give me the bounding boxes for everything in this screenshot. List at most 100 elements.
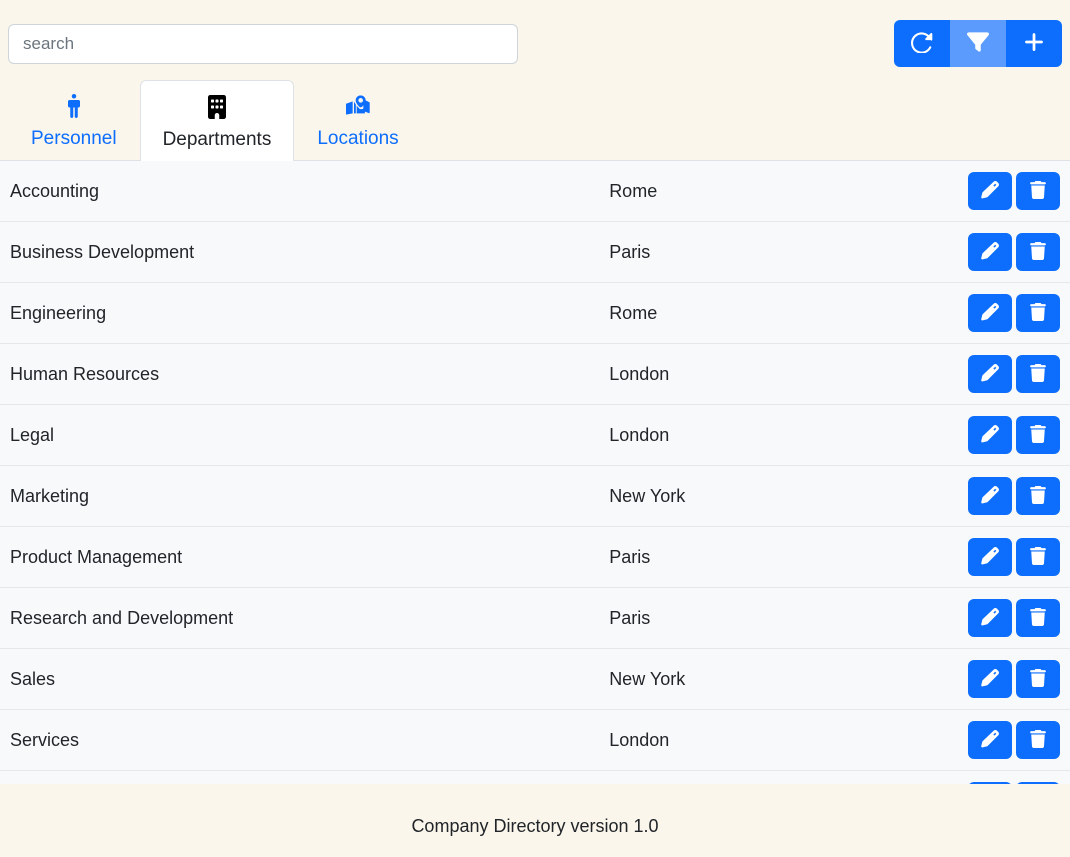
pencil-icon bbox=[981, 730, 999, 751]
pencil-icon bbox=[981, 608, 999, 629]
trash-icon bbox=[1029, 669, 1047, 690]
edit-button[interactable] bbox=[968, 721, 1012, 759]
department-name: Engineering bbox=[0, 283, 599, 344]
delete-button[interactable] bbox=[1016, 294, 1060, 332]
table-row: EngineeringRome bbox=[0, 283, 1070, 344]
pencil-icon bbox=[981, 669, 999, 690]
trash-icon bbox=[1029, 242, 1047, 263]
department-name: Research and Development bbox=[0, 588, 599, 649]
pencil-icon bbox=[981, 547, 999, 568]
row-actions bbox=[812, 283, 1070, 344]
delete-button[interactable] bbox=[1016, 355, 1060, 393]
department-location: Paris bbox=[599, 222, 812, 283]
department-location: London bbox=[599, 344, 812, 405]
pencil-icon bbox=[981, 181, 999, 202]
row-actions bbox=[812, 588, 1070, 649]
table-row: SalesNew York bbox=[0, 649, 1070, 710]
delete-button[interactable] bbox=[1016, 599, 1060, 637]
table-row: Product ManagementParis bbox=[0, 527, 1070, 588]
edit-button[interactable] bbox=[968, 599, 1012, 637]
delete-button[interactable] bbox=[1016, 172, 1060, 210]
department-name: Business Development bbox=[0, 222, 599, 283]
add-button[interactable] bbox=[1006, 20, 1062, 67]
trash-icon bbox=[1029, 181, 1047, 202]
row-actions bbox=[812, 649, 1070, 710]
table-row: Research and DevelopmentParis bbox=[0, 588, 1070, 649]
row-actions bbox=[812, 161, 1070, 222]
department-name: Human Resources bbox=[0, 344, 599, 405]
table-row: AccountingRome bbox=[0, 161, 1070, 222]
tab-personnel[interactable]: Personnel bbox=[8, 79, 140, 160]
building-icon bbox=[205, 95, 229, 125]
table-row: Human ResourcesLondon bbox=[0, 344, 1070, 405]
delete-button[interactable] bbox=[1016, 538, 1060, 576]
edit-button[interactable] bbox=[968, 538, 1012, 576]
department-location: Rome bbox=[599, 283, 812, 344]
table-row: LegalLondon bbox=[0, 405, 1070, 466]
trash-icon bbox=[1029, 608, 1047, 629]
department-location: Rome bbox=[599, 161, 812, 222]
toolbar-button-group bbox=[894, 20, 1062, 67]
delete-button[interactable] bbox=[1016, 233, 1060, 271]
row-actions bbox=[812, 771, 1070, 785]
table-row: SupportMunich bbox=[0, 771, 1070, 785]
edit-button[interactable] bbox=[968, 416, 1012, 454]
edit-button[interactable] bbox=[968, 233, 1012, 271]
map-pin-icon bbox=[346, 94, 370, 124]
delete-button[interactable] bbox=[1016, 477, 1060, 515]
department-location: London bbox=[599, 710, 812, 771]
trash-icon bbox=[1029, 547, 1047, 568]
trash-icon bbox=[1029, 303, 1047, 324]
trash-icon bbox=[1029, 730, 1047, 751]
edit-button[interactable] bbox=[968, 782, 1012, 784]
row-actions bbox=[812, 466, 1070, 527]
department-name: Product Management bbox=[0, 527, 599, 588]
row-actions bbox=[812, 344, 1070, 405]
department-location: New York bbox=[599, 649, 812, 710]
person-icon bbox=[62, 94, 86, 124]
row-actions bbox=[812, 527, 1070, 588]
tab-personnel-label: Personnel bbox=[31, 128, 117, 150]
footer: Company Directory version 1.0 bbox=[0, 796, 1070, 857]
edit-button[interactable] bbox=[968, 294, 1012, 332]
department-location: New York bbox=[599, 466, 812, 527]
filter-icon bbox=[967, 31, 989, 56]
delete-button[interactable] bbox=[1016, 660, 1060, 698]
table-row: MarketingNew York bbox=[0, 466, 1070, 527]
tab-locations-label: Locations bbox=[317, 128, 398, 150]
tab-bar: Personnel Departments Locations bbox=[0, 79, 1070, 161]
edit-button[interactable] bbox=[968, 355, 1012, 393]
refresh-button[interactable] bbox=[894, 20, 950, 67]
edit-button[interactable] bbox=[968, 172, 1012, 210]
filter-button[interactable] bbox=[950, 20, 1006, 67]
row-actions bbox=[812, 710, 1070, 771]
table-row: ServicesLondon bbox=[0, 710, 1070, 771]
pencil-icon bbox=[981, 364, 999, 385]
delete-button[interactable] bbox=[1016, 782, 1060, 784]
department-location: Paris bbox=[599, 527, 812, 588]
department-name: Services bbox=[0, 710, 599, 771]
department-location: Munich bbox=[599, 771, 812, 785]
footer-text: Company Directory version 1.0 bbox=[411, 816, 658, 837]
trash-icon bbox=[1029, 425, 1047, 446]
edit-button[interactable] bbox=[968, 660, 1012, 698]
tab-departments[interactable]: Departments bbox=[140, 80, 295, 161]
trash-icon bbox=[1029, 364, 1047, 385]
pencil-icon bbox=[981, 486, 999, 507]
department-location: Paris bbox=[599, 588, 812, 649]
search-input[interactable] bbox=[8, 24, 518, 64]
row-actions bbox=[812, 405, 1070, 466]
tab-locations[interactable]: Locations bbox=[294, 79, 421, 160]
plus-icon bbox=[1023, 31, 1045, 56]
department-list[interactable]: AccountingRomeBusiness DevelopmentParisE… bbox=[0, 161, 1070, 784]
delete-button[interactable] bbox=[1016, 721, 1060, 759]
pencil-icon bbox=[981, 303, 999, 324]
pencil-icon bbox=[981, 425, 999, 446]
department-location: London bbox=[599, 405, 812, 466]
trash-icon bbox=[1029, 486, 1047, 507]
department-name: Marketing bbox=[0, 466, 599, 527]
delete-button[interactable] bbox=[1016, 416, 1060, 454]
edit-button[interactable] bbox=[968, 477, 1012, 515]
table-row: Business DevelopmentParis bbox=[0, 222, 1070, 283]
refresh-icon bbox=[911, 31, 933, 56]
